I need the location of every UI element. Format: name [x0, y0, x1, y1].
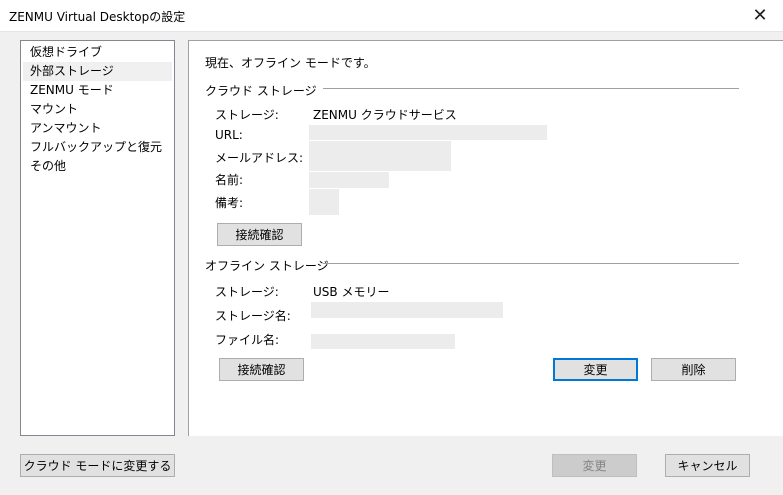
window-title: ZENMU Virtual Desktopの設定	[9, 10, 186, 24]
change-button[interactable]: 変更	[552, 454, 637, 477]
cancel-button[interactable]: キャンセル	[665, 454, 750, 477]
storage-name-value-redacted	[311, 302, 503, 318]
switch-to-cloud-mode-button[interactable]: クラウド モードに変更する	[20, 454, 175, 477]
email-label: メールアドレス:	[215, 151, 304, 165]
offline-storage-value: USB メモリー	[313, 285, 390, 299]
offline-storage-label: ストレージ:	[215, 285, 279, 299]
note-value-redacted	[309, 189, 339, 215]
nav-item-full-backup-restore[interactable]: フルバックアップと復元	[23, 138, 172, 157]
external-storage-panel: 現在、オフライン モードです。 クラウド ストレージ ストレージ: ZENMU …	[188, 40, 783, 436]
nav-item-external-storage[interactable]: 外部ストレージ	[23, 62, 172, 81]
note-label: 備考:	[215, 196, 244, 210]
cloud-storage-label: ストレージ:	[215, 108, 279, 122]
url-value-redacted	[309, 125, 547, 140]
name-value-redacted	[309, 172, 389, 188]
nav-item-virtual-drive[interactable]: 仮想ドライブ	[23, 43, 172, 62]
close-icon: ✕	[752, 5, 768, 26]
close-button[interactable]: ✕	[737, 0, 783, 31]
file-name-value-redacted	[311, 334, 455, 349]
cloud-storage-heading: クラウド ストレージ	[205, 84, 317, 98]
file-name-label: ファイル名:	[215, 333, 280, 347]
offline-connection-check-button[interactable]: 接続確認	[219, 358, 304, 381]
status-text: 現在、オフライン モードです。	[205, 56, 376, 70]
nav-item-unmount[interactable]: アンマウント	[23, 119, 172, 138]
offline-delete-button[interactable]: 削除	[651, 358, 736, 381]
url-label: URL:	[215, 128, 243, 142]
name-label: 名前:	[215, 173, 244, 187]
cloud-storage-value: ZENMU クラウドサービス	[313, 108, 457, 122]
title-bar: ZENMU Virtual Desktopの設定 ✕	[0, 0, 783, 32]
nav-item-other[interactable]: その他	[23, 157, 172, 176]
cloud-connection-check-button[interactable]: 接続確認	[217, 223, 302, 246]
settings-nav-list[interactable]: 仮想ドライブ 外部ストレージ ZENMU モード マウント アンマウント フルバ…	[20, 40, 175, 436]
cloud-storage-divider	[323, 88, 739, 89]
nav-item-mount[interactable]: マウント	[23, 100, 172, 119]
storage-name-label: ストレージ名:	[215, 309, 291, 323]
offline-storage-heading: オフライン ストレージ	[205, 259, 329, 273]
nav-item-zenmu-mode[interactable]: ZENMU モード	[23, 81, 172, 100]
email-value-redacted	[309, 141, 451, 171]
offline-change-button[interactable]: 変更	[553, 358, 638, 381]
offline-storage-divider	[323, 263, 739, 264]
